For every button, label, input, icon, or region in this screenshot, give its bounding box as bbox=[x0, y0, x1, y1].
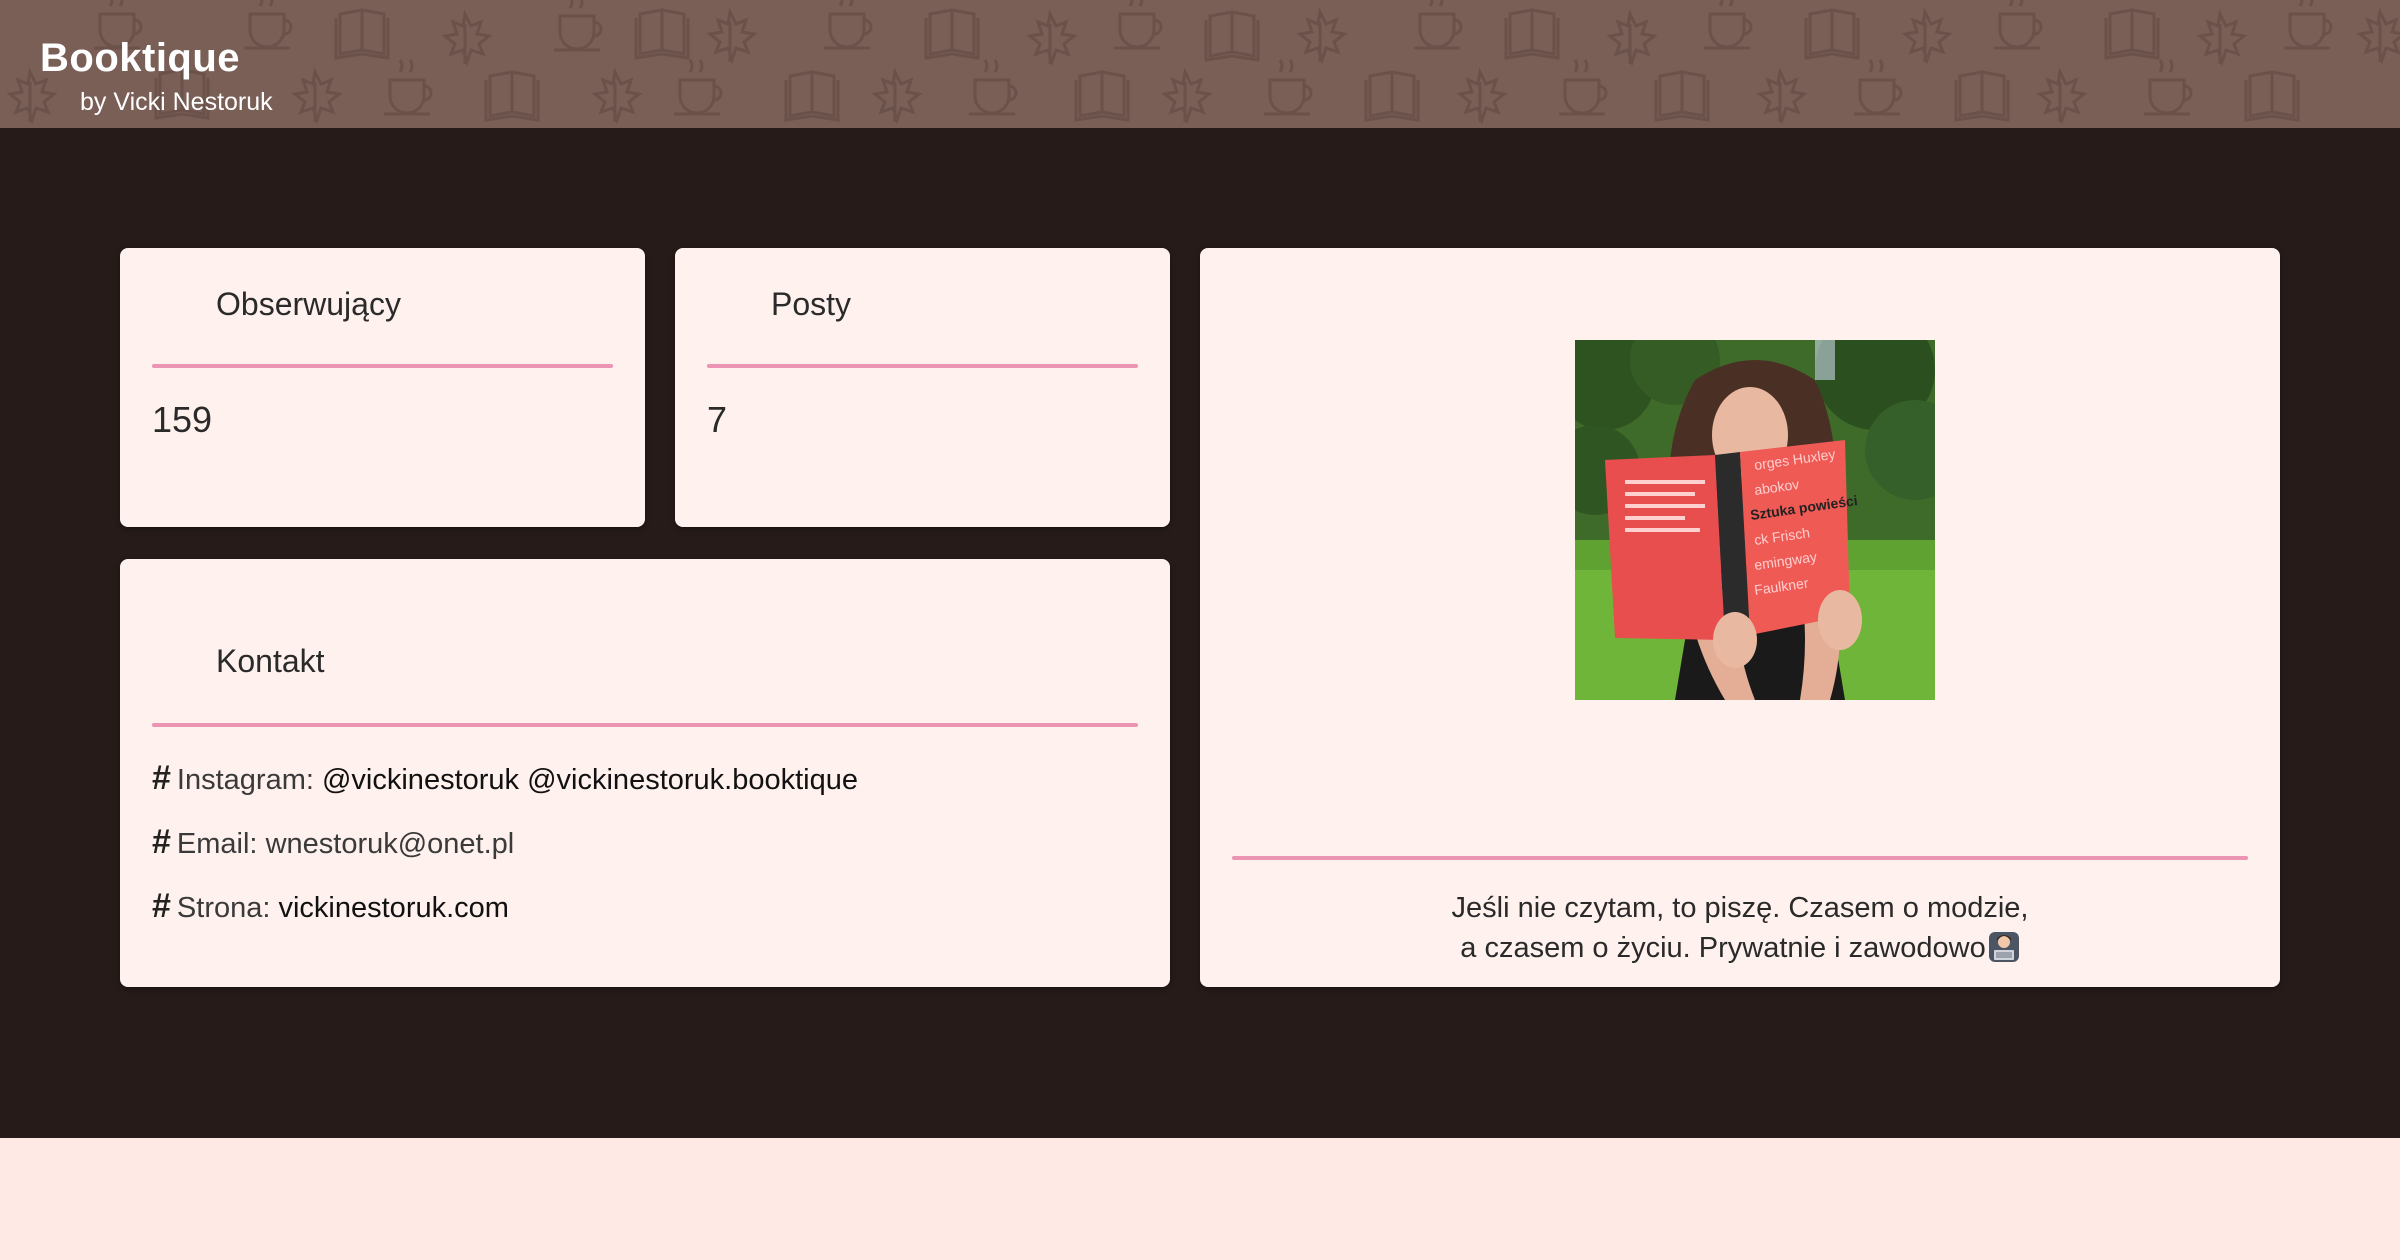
profile-photo: orges Huxley abokov Sztuka powieści ck F… bbox=[1575, 340, 1935, 700]
header-pattern bbox=[8, 0, 2400, 124]
contact-website-row: # Strona: vickinestoruk.com bbox=[152, 887, 509, 926]
bio-line-1: Jeśli nie czytam, to piszę. Czasem o mod… bbox=[1451, 892, 2029, 924]
instagram-link-personal[interactable]: @vickinestoruk bbox=[322, 764, 519, 796]
profile-photo-image: orges Huxley abokov Sztuka powieści ck F… bbox=[1575, 340, 1935, 700]
profile-bio: Jeśli nie czytam, to piszę. Czasem o mod… bbox=[1232, 888, 2248, 968]
contact-instagram-row: # Instagram: @vickinestoruk @vickinestoru… bbox=[152, 759, 858, 798]
page-footer bbox=[0, 1138, 2400, 1260]
posts-divider bbox=[707, 364, 1138, 368]
email-label: Email: bbox=[176, 828, 258, 860]
site-header: Booktique by Vicki Nestoruk bbox=[0, 0, 2400, 128]
woman-at-laptop-emoji-icon bbox=[1988, 932, 2019, 962]
website-link[interactable]: vickinestoruk.com bbox=[278, 892, 508, 924]
hash-icon: # bbox=[152, 823, 171, 861]
website-label: Strona: bbox=[176, 892, 271, 924]
posts-card: Posty 7 bbox=[675, 248, 1170, 527]
contact-card: Kontakt # Instagram: @vickinestoruk @vick… bbox=[120, 559, 1170, 987]
instagram-link-booktique[interactable]: @vickinestoruk.booktique bbox=[527, 764, 858, 796]
instagram-label: Instagram: bbox=[176, 764, 314, 796]
profile-divider bbox=[1232, 856, 2248, 860]
followers-card: Obserwujący 159 bbox=[120, 248, 645, 527]
contact-label: Kontakt bbox=[216, 643, 325, 679]
site-subtitle: by Vicki Nestoruk bbox=[80, 88, 273, 116]
posts-count: 7 bbox=[707, 399, 728, 440]
bio-line-2-text: a czasem o życiu. Prywatnie i zawodowo bbox=[1460, 932, 1986, 964]
bio-line-2: a czasem o życiu. Prywatnie i zawodowo bbox=[1232, 928, 2248, 968]
contact-email-row: # Email: wnestoruk@onet.pl bbox=[152, 823, 514, 862]
followers-label: Obserwujący bbox=[216, 286, 401, 322]
followers-divider bbox=[152, 364, 613, 368]
hash-icon: # bbox=[152, 887, 171, 925]
site-title[interactable]: Booktique bbox=[40, 36, 240, 81]
profile-card: orges Huxley abokov Sztuka powieści ck F… bbox=[1200, 248, 2280, 987]
followers-count: 159 bbox=[152, 399, 213, 440]
hash-icon: # bbox=[152, 759, 171, 797]
main-content: Obserwujący 159 Posty 7 Kontakt # Instagr… bbox=[0, 128, 2400, 1138]
contact-divider bbox=[152, 723, 1138, 727]
posts-label: Posty bbox=[771, 286, 852, 322]
email-value: wnestoruk@onet.pl bbox=[265, 828, 515, 860]
